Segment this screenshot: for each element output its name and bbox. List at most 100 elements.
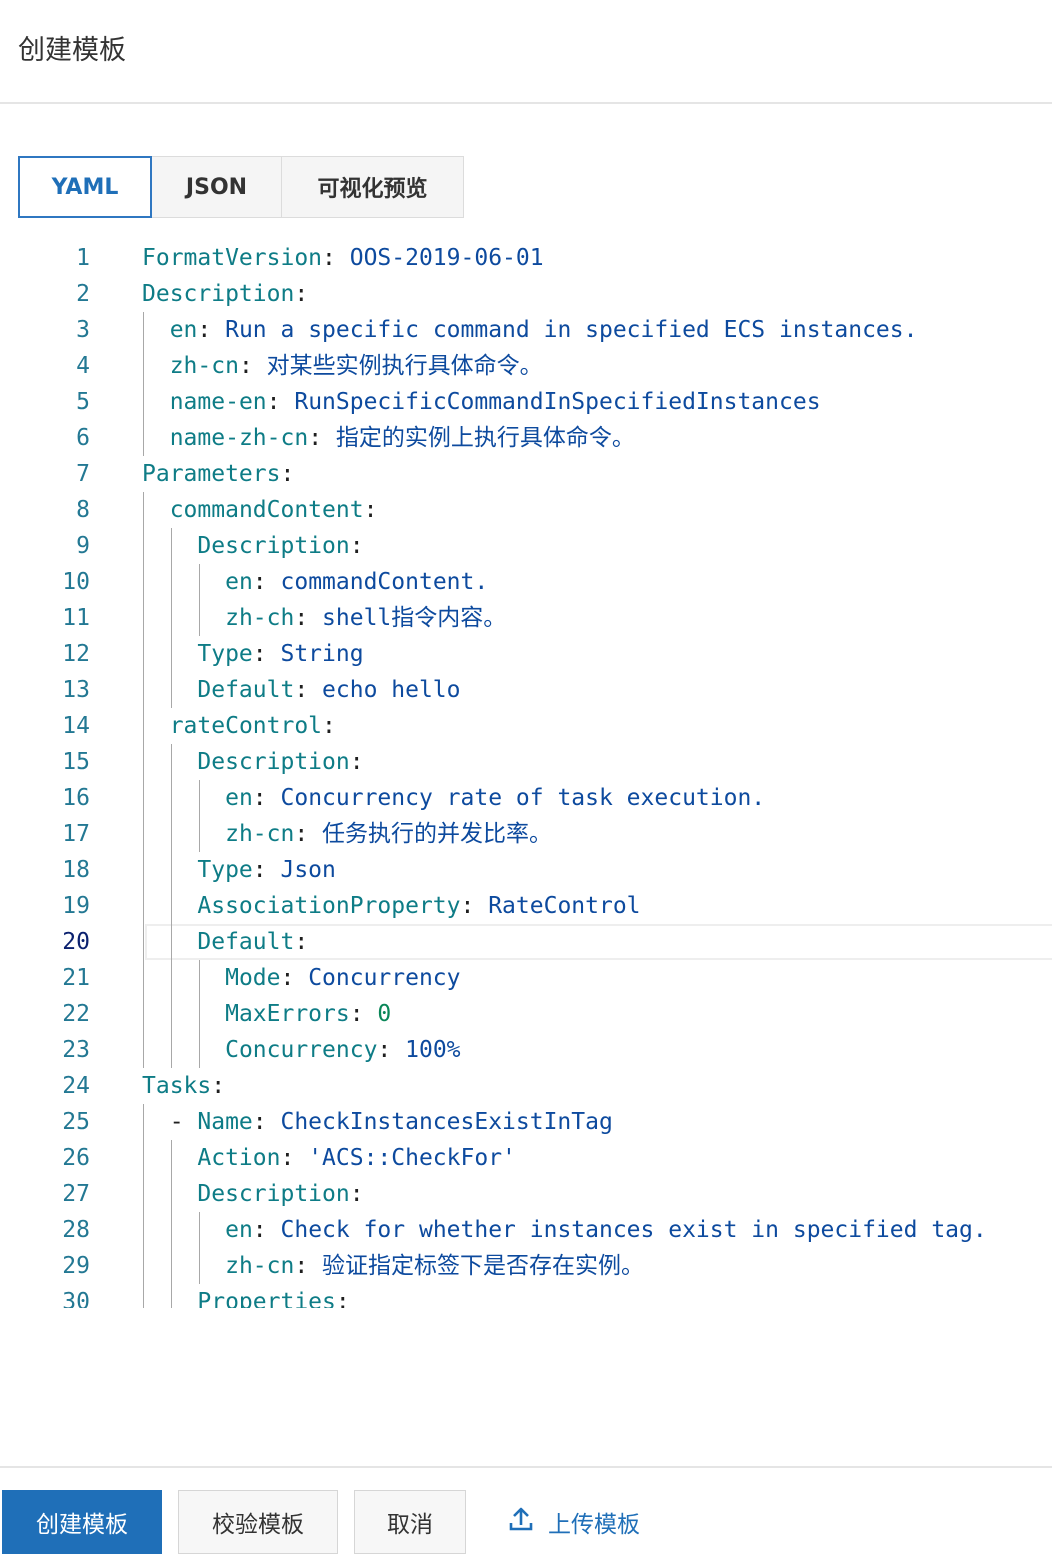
indent-guide [143, 1104, 144, 1308]
code-token: RunSpecificCommandInSpecifiedInstances [294, 389, 821, 415]
upload-label: 上传模板 [548, 1512, 640, 1538]
indent-guide [143, 312, 144, 456]
code-token: : [349, 749, 364, 775]
code-token: : [294, 281, 309, 307]
code-line[interactable]: 28 en: Check for whether instances exist… [0, 1212, 1052, 1248]
code-token: : [266, 389, 295, 415]
code-line[interactable]: 25 - Name: CheckInstancesExistInTag [0, 1104, 1052, 1140]
code-line[interactable]: 15 Description: [0, 744, 1052, 780]
code-line[interactable]: 3 en: Run a specific command in specifie… [0, 312, 1052, 348]
code-text: Default: echo hello [142, 672, 461, 708]
code-line[interactable]: 8 commandContent: [0, 492, 1052, 528]
code-token: Mode [225, 965, 281, 991]
upload-template-link[interactable]: 上传模板 [508, 1490, 640, 1554]
indent-guide [199, 564, 200, 636]
line-number: 10 [62, 569, 90, 595]
code-token: Run a specific command in specified ECS … [225, 317, 918, 343]
code-token: : [252, 641, 281, 667]
code-text: commandContent: [142, 492, 378, 528]
code-token: en [225, 569, 253, 595]
code-text: Parameters: [142, 456, 294, 492]
code-line[interactable]: 29 zh-cn: 验证指定标签下是否存在实例。 [0, 1248, 1052, 1284]
code-line[interactable]: 14 rateControl: [0, 708, 1052, 744]
code-token: Concurrency rate of task execution. [280, 785, 766, 811]
code-line[interactable]: 26 Action: 'ACS::CheckFor' [0, 1140, 1052, 1176]
code-text: name-zh-cn: 指定的实例上执行具体命令。 [142, 420, 635, 456]
code-line[interactable]: 16 en: Concurrency rate of task executio… [0, 780, 1052, 816]
code-line[interactable]: 22 MaxErrors: 0 [0, 996, 1052, 1032]
tab-visual-preview[interactable]: 可视化预览 [281, 156, 464, 218]
code-line[interactable]: 6 name-zh-cn: 指定的实例上执行具体命令。 [0, 420, 1052, 456]
tab-yaml[interactable]: YAML [18, 156, 152, 218]
line-number: 3 [76, 317, 90, 343]
code-line[interactable]: 21 Mode: Concurrency [0, 960, 1052, 996]
code-token: - [142, 1109, 198, 1135]
code-token: : [211, 1073, 226, 1099]
code-line[interactable]: 5 name-en: RunSpecificCommandInSpecified… [0, 384, 1052, 420]
code-text: Concurrency: 100% [142, 1032, 460, 1068]
code-line[interactable]: 11 zh-ch: shell指令内容。 [0, 600, 1052, 636]
code-token: : [280, 1145, 309, 1171]
code-text: MaxErrors: 0 [142, 996, 391, 1032]
code-line[interactable]: 9 Description: [0, 528, 1052, 564]
code-token: echo hello [322, 677, 461, 703]
code-token: shell指令内容。 [322, 605, 507, 631]
line-number: 13 [62, 677, 90, 703]
code-line[interactable]: 2 Description: [0, 276, 1052, 312]
code-line[interactable]: 27 Description: [0, 1176, 1052, 1212]
code-line[interactable]: 24 Tasks: [0, 1068, 1052, 1104]
code-line[interactable]: 20 Default: [0, 924, 1052, 960]
code-token: 任务执行的并发比率。 [322, 821, 553, 847]
tab-json[interactable]: JSON [151, 156, 282, 218]
line-number: 8 [76, 497, 90, 523]
line-number: 11 [62, 605, 90, 631]
code-line[interactable]: 30 Properties: [0, 1284, 1052, 1308]
code-line[interactable]: 10 en: commandContent. [0, 564, 1052, 600]
code-line[interactable]: 19 AssociationProperty: RateControl [0, 888, 1052, 924]
code-token: : [252, 785, 281, 811]
code-token: : [377, 1037, 406, 1063]
code-text: en: Concurrency rate of task execution. [142, 780, 765, 816]
code-text: Description: [142, 276, 308, 312]
code-text: Default: [142, 924, 308, 960]
indent-guide [199, 960, 200, 1068]
code-line[interactable]: 1 FormatVersion: OOS-2019-06-01 [0, 240, 1052, 276]
yaml-code-editor[interactable]: 1 FormatVersion: OOS-2019-06-01 2 Descripti… [0, 240, 1052, 1308]
code-line[interactable]: 13 Default: echo hello [0, 672, 1052, 708]
code-token: 'ACS::CheckFor' [308, 1145, 516, 1171]
code-line[interactable]: 12 Type: String [0, 636, 1052, 672]
code-line[interactable]: 7 Parameters: [0, 456, 1052, 492]
code-token: en [169, 317, 198, 343]
action-bar: 创建模板 校验模板 取消 上传模板 [0, 1466, 1052, 1564]
line-number: 20 [62, 929, 90, 955]
code-token: MaxErrors [225, 1001, 350, 1027]
code-text: Description: [142, 744, 364, 780]
code-line[interactable]: 23 Concurrency: 100% [0, 1032, 1052, 1068]
code-token: zh-cn [225, 1253, 295, 1279]
code-token: commandContent. [280, 569, 489, 595]
code-token: zh-cn [169, 353, 239, 379]
code-token: Type [197, 857, 253, 883]
code-token: : [294, 605, 323, 631]
cancel-button[interactable]: 取消 [354, 1490, 466, 1554]
code-token: RateControl [488, 893, 641, 919]
code-line[interactable]: 18 Type: Json [0, 852, 1052, 888]
code-line[interactable]: 4 zh-cn: 对某些实例执行具体命令。 [0, 348, 1052, 384]
code-line[interactable]: 17 zh-cn: 任务执行的并发比率。 [0, 816, 1052, 852]
code-text: zh-cn: 任务执行的并发比率。 [142, 816, 552, 852]
line-number: 24 [62, 1073, 90, 1099]
code-token: name-zh-cn [169, 425, 309, 451]
validate-template-button[interactable]: 校验模板 [178, 1490, 338, 1554]
create-template-button[interactable]: 创建模板 [2, 1490, 162, 1554]
